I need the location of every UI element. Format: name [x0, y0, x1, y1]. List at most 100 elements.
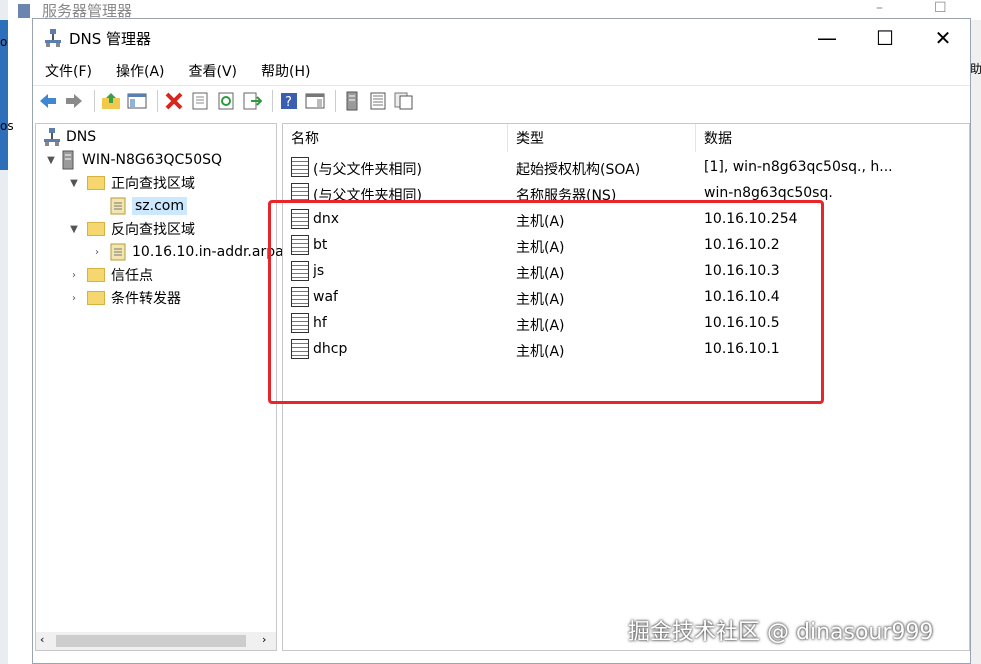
tree-item-sz-com[interactable]: sz.com: [110, 195, 187, 217]
server-icon[interactable]: [341, 90, 363, 112]
close-button[interactable]: ✕: [914, 19, 972, 57]
record-type: 主机(A): [516, 266, 565, 282]
record-data: 10.16.10.254: [704, 211, 798, 227]
scroll-right-icon[interactable]: ›: [262, 633, 266, 646]
toolbar: ?: [33, 85, 970, 115]
scroll-left-icon[interactable]: ‹: [40, 633, 44, 646]
menu-file[interactable]: 文件(F): [33, 57, 104, 83]
record-data: 10.16.10.4: [704, 289, 780, 305]
background-sidebar-text: o os: [0, 35, 14, 133]
tree-horizontal-scrollbar[interactable]: ‹ ›: [36, 632, 276, 650]
chevron-down-icon[interactable]: ▼: [67, 178, 81, 189]
menu-help[interactable]: 帮助(H): [249, 57, 322, 83]
folder-icon: [87, 222, 105, 236]
chevron-right-icon[interactable]: ›: [90, 247, 104, 258]
background-right-strip: [970, 20, 981, 664]
toolbar-separator: [335, 89, 336, 112]
record-name: js: [313, 263, 325, 279]
record-data: win-n8g63qc50sq.: [704, 185, 833, 201]
record-name: hf: [313, 315, 327, 331]
chevron-down-icon[interactable]: ▼: [44, 155, 58, 166]
record-type: 名称服务器(NS): [516, 188, 617, 204]
server-icon: [62, 150, 74, 170]
record-icon: [291, 183, 309, 203]
tree-label-reverse-zone: 反向查找区域: [111, 222, 195, 238]
menu-action[interactable]: 操作(A): [104, 57, 177, 83]
table-row[interactable]: (与父文件夹相同) 名称服务器(NS) win-n8g63qc50sq.: [283, 181, 969, 207]
background-minimize-button[interactable]: –: [876, 0, 883, 16]
column-header-data[interactable]: 数据: [696, 124, 969, 152]
background-maximize-button[interactable]: ☐: [934, 0, 947, 16]
minimize-button[interactable]: —: [798, 19, 856, 57]
table-row[interactable]: waf 主机(A) 10.16.10.4: [283, 285, 969, 311]
tree-item-reverse-zone[interactable]: ▼ 反向查找区域: [67, 218, 195, 240]
back-icon[interactable]: [37, 90, 59, 112]
watermark: 掘金技术社区 @ dinasour999: [628, 620, 934, 645]
tree-item-forwarders[interactable]: › 条件转发器: [67, 287, 181, 309]
maximize-button[interactable]: ☐: [856, 19, 914, 57]
show-tree-icon[interactable]: [126, 90, 148, 112]
record-data: 10.16.10.5: [704, 315, 780, 331]
tree-item-reverse-entry[interactable]: › 10.16.10.in-addr.arpa: [90, 241, 284, 263]
tree-item-forward-zone[interactable]: ▼ 正向查找区域: [67, 172, 195, 194]
table-row[interactable]: (与父文件夹相同) 起始授权机构(SOA) [1], win-n8g63qc50…: [283, 155, 969, 181]
delete-icon[interactable]: [163, 90, 185, 112]
tree-item-dns[interactable]: DNS: [44, 126, 96, 148]
tree-label-reverse-entry: 10.16.10.in-addr.arpa: [132, 244, 284, 260]
record-type: 主机(A): [516, 292, 565, 308]
record-icon: [291, 287, 309, 307]
title-bar: DNS 管理器 — ☐ ✕: [33, 19, 970, 57]
console-tree: DNS ▼ WIN-N8G63QC50SQ ▼ 正向查找区域 sz.com ▼ …: [35, 123, 284, 651]
background-right-label: 助: [970, 62, 981, 76]
record-icon: [291, 339, 309, 359]
list-icon[interactable]: [367, 90, 389, 112]
folder-icon: [87, 268, 105, 282]
record-name: dnx: [313, 211, 340, 227]
properties-icon[interactable]: [189, 90, 211, 112]
toolbar-separator: [94, 89, 95, 112]
table-row[interactable]: hf 主机(A) 10.16.10.5: [283, 311, 969, 337]
up-folder-icon[interactable]: [100, 90, 122, 112]
zone-file-icon: [110, 197, 126, 215]
tree-item-trust-points[interactable]: › 信任点: [67, 264, 153, 286]
export-icon[interactable]: [241, 90, 263, 112]
column-header-name[interactable]: 名称: [283, 124, 508, 152]
chevron-down-icon[interactable]: ▼: [67, 224, 81, 235]
toolbar-separator: [272, 89, 273, 112]
table-row[interactable]: js 主机(A) 10.16.10.3: [283, 259, 969, 285]
record-name: (与父文件夹相同): [313, 162, 422, 178]
record-data: [1], win-n8g63qc50sq., h...: [704, 159, 893, 175]
column-header-type[interactable]: 类型: [508, 124, 696, 152]
chevron-right-icon[interactable]: ›: [67, 293, 81, 304]
console-icon[interactable]: [304, 90, 326, 112]
tree-label-dns: DNS: [66, 129, 97, 145]
record-name: bt: [313, 237, 328, 253]
record-type: 主机(A): [516, 318, 565, 334]
background-sidebar-label: o: [0, 35, 8, 49]
forward-icon[interactable]: [63, 90, 85, 112]
table-row[interactable]: dnx 主机(A) 10.16.10.254: [283, 207, 969, 233]
table-row[interactable]: dhcp 主机(A) 10.16.10.1: [283, 337, 969, 363]
server-manager-icon: [18, 4, 30, 18]
copy-icon[interactable]: [393, 90, 415, 112]
zone-file-icon: [110, 243, 126, 261]
record-name: dhcp: [313, 341, 348, 357]
record-type: 主机(A): [516, 240, 565, 256]
record-data: 10.16.10.2: [704, 237, 780, 253]
refresh-icon[interactable]: [215, 90, 237, 112]
record-type: 主机(A): [516, 344, 565, 360]
scrollbar-thumb[interactable]: [56, 635, 246, 647]
table-row[interactable]: bt 主机(A) 10.16.10.2: [283, 233, 969, 259]
window-title: DNS 管理器: [69, 30, 152, 48]
record-name: (与父文件夹相同): [313, 188, 422, 204]
menu-view[interactable]: 查看(V): [177, 57, 250, 83]
tree-label-server: WIN-N8G63QC50SQ: [82, 152, 223, 168]
record-icon: [291, 261, 309, 281]
dns-manager-window: DNS 管理器 — ☐ ✕ 文件(F) 操作(A) 查看(V) 帮助(H) ? …: [32, 18, 971, 664]
tree-item-server[interactable]: ▼ WIN-N8G63QC50SQ: [44, 149, 222, 171]
record-list: 名称 类型 数据 (与父文件夹相同) 起始授权机构(SOA) [1], win-…: [282, 123, 970, 651]
chevron-right-icon[interactable]: ›: [67, 270, 81, 281]
help-icon[interactable]: ?: [278, 90, 300, 112]
folder-icon: [87, 291, 105, 305]
record-data: 10.16.10.3: [704, 263, 780, 279]
